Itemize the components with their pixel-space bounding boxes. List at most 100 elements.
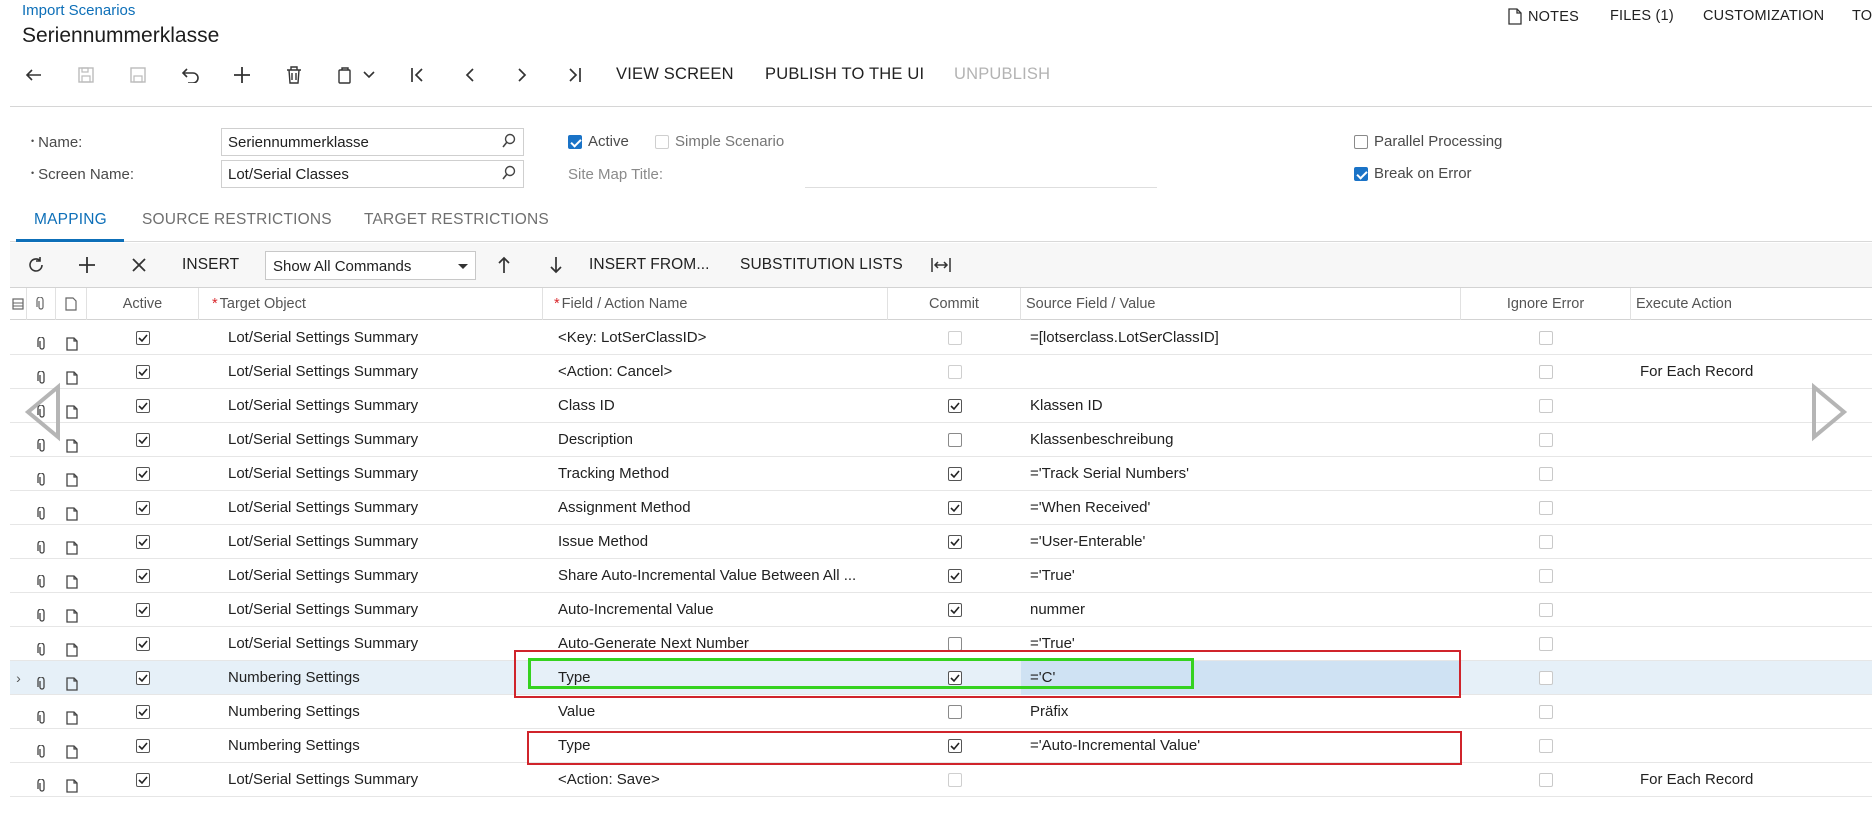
view-screen-button[interactable]: VIEW SCREEN [616, 65, 734, 84]
site-map-title-field[interactable] [805, 187, 1157, 188]
commit-checkbox[interactable] [947, 569, 962, 584]
ignore-error-checkbox[interactable] [1539, 501, 1553, 516]
ignore-error-cell[interactable] [1461, 763, 1631, 797]
active-cell[interactable] [87, 355, 199, 389]
row-selector-chevron-icon[interactable]: › [10, 661, 27, 695]
attachment-cell[interactable] [27, 457, 56, 491]
execute-action-cell[interactable] [1631, 491, 1872, 525]
attachment-cell[interactable] [27, 593, 56, 627]
target-object-cell[interactable]: Lot/Serial Settings Summary [228, 627, 543, 661]
source-value-cell[interactable]: ='True' [1021, 559, 1461, 593]
tab-target-restrictions[interactable]: TARGET RESTRICTIONS [364, 211, 549, 229]
tab-source-restrictions[interactable]: SOURCE RESTRICTIONS [142, 211, 332, 229]
execute-action-cell[interactable] [1631, 559, 1872, 593]
note-cell[interactable] [56, 491, 87, 525]
add-row-icon[interactable] [76, 254, 98, 276]
ignore-error-checkbox[interactable] [1539, 739, 1553, 754]
back-icon[interactable] [22, 62, 48, 88]
source-column-header[interactable]: Source Field / Value [1021, 288, 1461, 320]
note-cell[interactable] [56, 593, 87, 627]
attachment-cell[interactable] [27, 661, 56, 695]
target-object-cell[interactable]: Lot/Serial Settings Summary [228, 423, 543, 457]
commit-cell[interactable] [888, 389, 1021, 423]
attachment-cell[interactable] [27, 491, 56, 525]
target-object-cell[interactable]: Lot/Serial Settings Summary [228, 389, 543, 423]
ignore-error-checkbox[interactable] [1539, 331, 1553, 346]
break-on-error-checkbox[interactable]: Break on Error [1354, 165, 1472, 182]
commit-cell[interactable] [888, 457, 1021, 491]
target-object-column-header[interactable]: * Target Object [199, 288, 543, 320]
move-down-icon[interactable] [545, 254, 567, 276]
save-close-icon[interactable] [73, 62, 99, 88]
target-object-cell[interactable]: Numbering Settings [228, 661, 543, 695]
field-action-cell[interactable]: Assignment Method [558, 491, 878, 525]
delete-icon[interactable] [281, 62, 307, 88]
move-up-icon[interactable] [493, 254, 515, 276]
first-record-icon[interactable] [405, 62, 431, 88]
active-row-checkbox[interactable] [136, 569, 150, 584]
active-cell[interactable] [87, 423, 199, 457]
target-object-cell[interactable]: Lot/Serial Settings Summary [228, 355, 543, 389]
commit-checkbox[interactable] [947, 365, 962, 380]
active-cell[interactable] [87, 661, 199, 695]
source-value-cell[interactable]: nummer [1021, 593, 1461, 627]
source-value-cell[interactable] [1021, 763, 1461, 797]
attachment-cell[interactable] [27, 763, 56, 797]
ignore-error-cell[interactable] [1461, 593, 1631, 627]
field-action-cell[interactable]: Tracking Method [558, 457, 878, 491]
execute-action-column-header[interactable]: Execute Action [1631, 288, 1872, 320]
active-row-checkbox[interactable] [136, 433, 150, 448]
note-cell[interactable] [56, 763, 87, 797]
active-cell[interactable] [87, 491, 199, 525]
ignore-error-cell[interactable] [1461, 525, 1631, 559]
table-row[interactable]: Lot/Serial Settings Summary Description Kl… [10, 423, 1872, 457]
source-value-cell[interactable]: =[lotserclass.LotSerClassID] [1021, 321, 1461, 355]
active-row-checkbox[interactable] [136, 365, 150, 380]
active-row-checkbox[interactable] [136, 739, 150, 754]
active-cell[interactable] [87, 389, 199, 423]
attachment-cell[interactable] [27, 729, 56, 763]
active-cell[interactable] [87, 525, 199, 559]
tools-button[interactable]: TO [1852, 8, 1872, 24]
commit-checkbox[interactable] [947, 535, 962, 550]
commit-checkbox[interactable] [947, 603, 962, 618]
last-record-icon[interactable] [561, 62, 587, 88]
publish-button[interactable]: PUBLISH TO THE UI [765, 65, 924, 84]
commit-cell[interactable] [888, 695, 1021, 729]
ignore-error-checkbox[interactable] [1539, 705, 1553, 720]
field-action-cell[interactable]: <Action: Save> [558, 763, 878, 797]
active-row-checkbox[interactable] [136, 637, 150, 652]
attachment-cell[interactable] [27, 321, 56, 355]
active-row-checkbox[interactable] [136, 705, 150, 720]
notes-button[interactable]: NOTES [1508, 8, 1579, 25]
target-object-cell[interactable]: Numbering Settings [228, 695, 543, 729]
row-settings-icon[interactable] [12, 298, 24, 310]
breadcrumb[interactable]: Import Scenarios [22, 2, 135, 19]
execute-action-cell[interactable] [1631, 729, 1872, 763]
table-row[interactable]: Lot/Serial Settings Summary Class ID Klass… [10, 389, 1872, 423]
field-action-cell[interactable]: Description [558, 423, 878, 457]
execute-action-cell[interactable] [1631, 695, 1872, 729]
show-commands-select[interactable]: Show All Commands [265, 251, 476, 280]
ignore-error-cell[interactable] [1461, 321, 1631, 355]
field-action-cell[interactable]: Class ID [558, 389, 878, 423]
commit-checkbox[interactable] [947, 331, 962, 346]
insert-from-button[interactable]: INSERT FROM... [589, 256, 710, 274]
active-cell[interactable] [87, 321, 199, 355]
attachment-cell[interactable] [27, 559, 56, 593]
ignore-error-cell[interactable] [1461, 457, 1631, 491]
source-value-cell[interactable]: ='When Received' [1021, 491, 1461, 525]
previous-record-arrow-icon[interactable] [24, 382, 64, 442]
field-action-cell[interactable]: Value [558, 695, 878, 729]
next-record-arrow-icon[interactable] [1808, 382, 1848, 442]
active-row-checkbox[interactable] [136, 773, 150, 788]
ignore-error-checkbox[interactable] [1539, 603, 1553, 618]
table-row[interactable]: Lot/Serial Settings Summary Share Auto-In… [10, 559, 1872, 593]
field-action-cell[interactable]: <Key: LotSerClassID> [558, 321, 878, 355]
commit-checkbox[interactable] [947, 399, 962, 414]
files-button[interactable]: FILES (1) [1610, 8, 1674, 24]
active-cell[interactable] [87, 593, 199, 627]
execute-action-cell[interactable] [1631, 593, 1872, 627]
previous-record-icon[interactable] [457, 62, 483, 88]
ignore-error-checkbox[interactable] [1539, 773, 1553, 788]
